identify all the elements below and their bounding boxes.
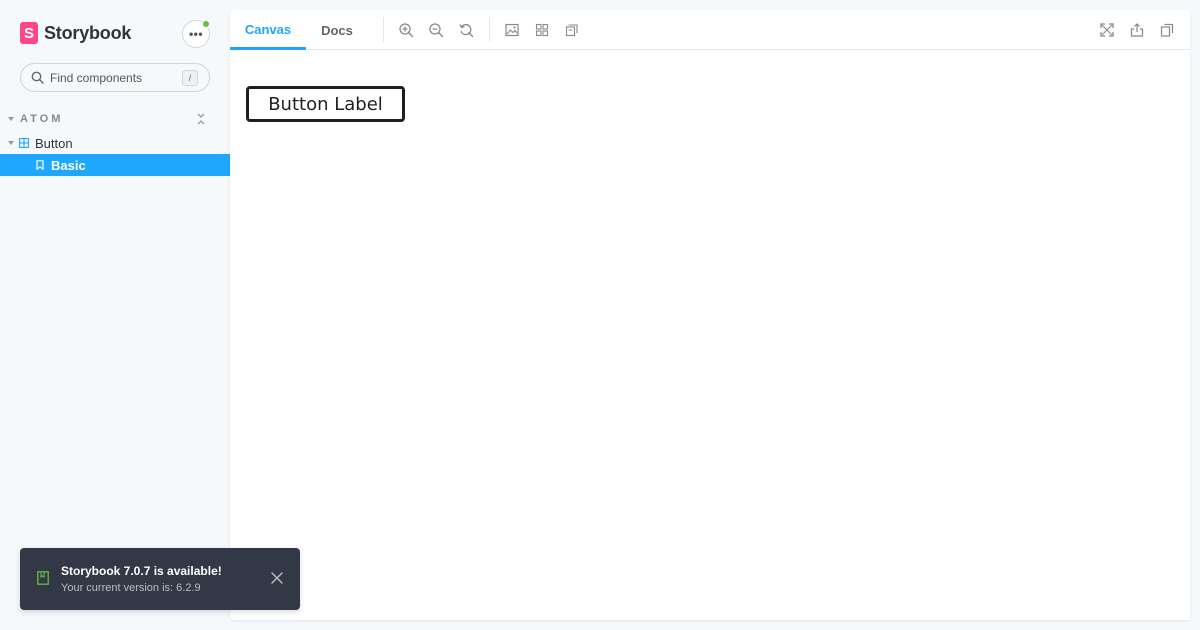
search-icon: [31, 71, 44, 84]
tab-canvas[interactable]: Canvas: [230, 10, 306, 50]
story-canvas: Button Label: [230, 50, 1190, 620]
component-icon: [19, 138, 29, 148]
bookmark-icon: [36, 160, 44, 170]
brand-name: Storybook: [44, 22, 132, 43]
reset-zoom-icon[interactable]: [458, 22, 474, 38]
sidebar-group-atom[interactable]: ATOM: [8, 112, 222, 126]
grid-icon[interactable]: [534, 22, 550, 38]
toolbar: Canvas Docs: [230, 10, 1190, 50]
tab-docs[interactable]: Docs: [306, 10, 368, 50]
search-shortcut-badge: /: [182, 70, 198, 86]
measure-icon[interactable]: [564, 22, 580, 38]
group-label: ATOM: [20, 113, 64, 125]
notification-subtitle: Your current version is: 6.2.9: [61, 582, 201, 594]
notification-title: Storybook 7.0.7 is available!: [61, 564, 222, 578]
fullscreen-icon[interactable]: [1099, 22, 1115, 38]
update-status-dot: [202, 20, 210, 28]
search-box[interactable]: /: [20, 63, 210, 92]
book-icon: [37, 571, 49, 585]
zoom-in-icon[interactable]: [398, 22, 414, 38]
zoom-out-icon[interactable]: [428, 22, 444, 38]
toolbar-divider: [383, 17, 384, 42]
storybook-logo-icon: S: [20, 22, 38, 44]
sidebar: S Storybook ••• / ATOM Button Basic: [0, 0, 230, 630]
sidebar-item-label: Button: [35, 135, 73, 151]
sidebar-item-label: Basic: [51, 157, 86, 173]
sidebar-item-basic[interactable]: Basic: [0, 154, 230, 176]
close-icon[interactable]: [270, 571, 284, 585]
collapse-all-icon[interactable]: [196, 112, 206, 126]
share-icon[interactable]: [1129, 22, 1145, 38]
search-input[interactable]: [50, 70, 170, 85]
update-notification[interactable]: Storybook 7.0.7 is available! Your curre…: [20, 548, 300, 610]
toolbar-divider: [489, 17, 490, 42]
preview-button[interactable]: Button Label: [246, 86, 405, 122]
storybook-logo[interactable]: S Storybook: [20, 22, 131, 44]
chevron-down-icon: [8, 117, 14, 121]
background-icon[interactable]: [504, 22, 520, 38]
sidebar-item-button[interactable]: Button: [0, 132, 230, 154]
chevron-down-icon: [8, 141, 14, 145]
copy-link-icon[interactable]: [1159, 22, 1175, 38]
main-panel: Canvas Docs Button Label: [230, 10, 1190, 620]
